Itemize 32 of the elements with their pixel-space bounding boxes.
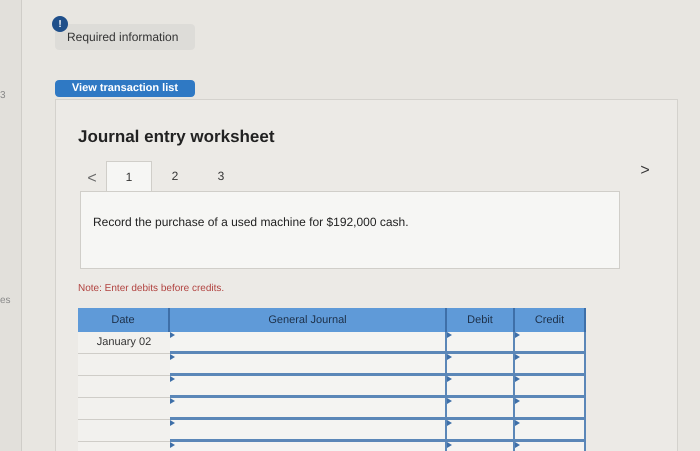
entry-field[interactable]	[447, 420, 515, 442]
entry-field[interactable]	[447, 332, 515, 354]
entry-field[interactable]	[447, 376, 515, 398]
entry-field[interactable]	[447, 398, 515, 420]
entry-field[interactable]	[515, 376, 586, 398]
entry-field[interactable]	[515, 420, 586, 442]
tab[interactable]: 1	[106, 161, 152, 191]
entry-field[interactable]	[170, 376, 447, 398]
entry-field[interactable]	[515, 354, 586, 376]
column-header: Credit	[515, 308, 586, 332]
entry-field[interactable]	[170, 398, 447, 420]
worksheet-title: Journal entry worksheet	[78, 126, 276, 148]
view-transactions-button[interactable]: View transaction list	[55, 80, 195, 96]
alert-badge: !	[52, 16, 68, 32]
entry-field[interactable]	[447, 354, 515, 376]
date-cell: January 02	[78, 332, 170, 354]
tab[interactable]: 2	[152, 161, 198, 191]
entry-field[interactable]	[515, 398, 586, 420]
sidebar-text: es	[0, 294, 12, 308]
column-header: General Journal	[170, 308, 447, 332]
sidebar-text: 3	[0, 89, 7, 103]
tab[interactable]: 3	[198, 161, 244, 191]
entry-field[interactable]	[170, 332, 447, 354]
column-header: Debit	[447, 308, 515, 332]
previous-button[interactable]: <	[78, 167, 106, 191]
column-header: Date	[78, 308, 170, 332]
entry-field[interactable]	[170, 354, 447, 376]
description-text: Record the purchase of a used machine for $192,000 cash.	[93, 215, 409, 229]
note-text: Note: Enter debits before credits.	[78, 282, 226, 296]
entry-field[interactable]	[170, 420, 447, 442]
entry-field[interactable]	[515, 332, 586, 354]
next-button[interactable]: >	[633, 159, 657, 183]
